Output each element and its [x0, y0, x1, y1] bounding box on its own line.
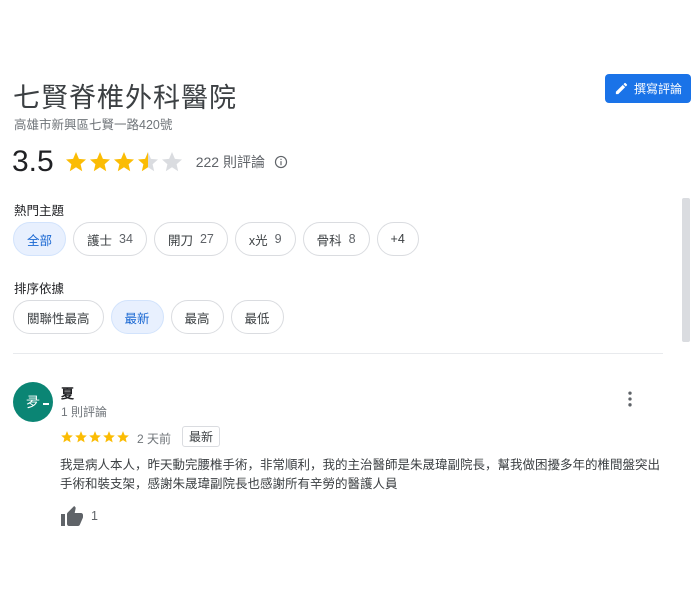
rating-stars [64, 150, 184, 174]
place-address: 高雄市新興區七賢一路420號 [14, 118, 173, 132]
sort-chip[interactable]: 最低 [230, 300, 284, 334]
rating-score: 3.5 [12, 145, 54, 178]
sort-chips: 關聯性最高 最新 最高 最低 [13, 300, 284, 334]
review-text: 我是病人本人，昨天動完腰椎手術，非常順利，我的主治醫師是朱晟瑋副院長，幫我做困擾… [60, 458, 661, 491]
topic-chip[interactable]: 開刀 27 [153, 222, 228, 256]
topics-label: 熱門主題 [14, 204, 65, 218]
star-icon [103, 431, 115, 443]
topic-chip[interactable]: 骨科 8 [302, 222, 370, 256]
star-icon [89, 431, 101, 443]
divider [13, 353, 663, 354]
pencil-icon [615, 82, 628, 95]
sort-chip[interactable]: 關聯性最高 [13, 300, 104, 334]
info-icon[interactable] [274, 155, 288, 169]
star-icon [89, 152, 110, 172]
review-date: 2 天前 [137, 432, 172, 446]
new-badge: 最新 [182, 426, 221, 447]
star-icon [117, 431, 129, 443]
star-icon [137, 152, 158, 172]
topic-chip-label: x光 [248, 233, 268, 248]
star-icon [65, 152, 86, 172]
topic-chip[interactable]: x光 9 [234, 222, 296, 256]
topic-chips: 全部 護士 34 開刀 27 x光 9 骨科 8 +4 [13, 222, 419, 256]
rating-summary: 3.5 222 則評論 [12, 142, 288, 182]
more-options-icon[interactable] [620, 389, 640, 409]
like-count: 1 [91, 509, 98, 523]
reviewer-name[interactable]: 夏 [61, 383, 74, 402]
scrollbar[interactable] [682, 198, 690, 342]
sort-chip-label: 最新 [124, 311, 150, 326]
topic-chip-label: 骨科 [316, 233, 342, 248]
sort-chip-label: 最高 [184, 311, 210, 326]
topic-chip-count: 9 [274, 232, 282, 246]
write-review-button[interactable]: 撰寫評論 [605, 74, 691, 103]
star-icon [61, 431, 73, 443]
thumbs-up-icon [61, 506, 83, 526]
reviewer-avatar[interactable]: 夛 [13, 382, 53, 422]
review-stars [60, 430, 130, 444]
sort-chip-label: 關聯性最高 [27, 311, 90, 326]
topic-chip-label: 全部 [27, 233, 53, 248]
review-count[interactable]: 222 則評論 [196, 152, 265, 172]
place-title: 七賢脊椎外科醫院 [13, 83, 237, 113]
star-icon [75, 431, 87, 443]
sort-chip-label: 最低 [244, 311, 270, 326]
topic-chip[interactable]: 護士 34 [73, 222, 147, 256]
topic-chip-label: 護士 [87, 233, 113, 248]
star-icon [161, 152, 182, 172]
topic-chip[interactable]: 全部 [13, 222, 67, 256]
sort-label: 排序依據 [14, 282, 65, 296]
topic-chip-label: 開刀 [167, 233, 193, 248]
topic-chip[interactable]: +4 [376, 222, 419, 256]
topic-chip-count: 8 [348, 232, 356, 246]
sort-chip[interactable]: 最高 [170, 300, 224, 334]
star-icon [113, 152, 134, 172]
write-review-label: 撰寫評論 [633, 82, 682, 96]
topic-chip-count: 34 [119, 232, 133, 246]
topic-chip-count: 27 [199, 232, 214, 246]
avatar-badge [43, 403, 49, 405]
like-button[interactable]: 1 [60, 505, 98, 527]
sort-chip[interactable]: 最新 [110, 300, 164, 334]
topic-chip-label: +4 [390, 232, 405, 246]
reviewer-meta: 1 則評論 [61, 405, 108, 419]
